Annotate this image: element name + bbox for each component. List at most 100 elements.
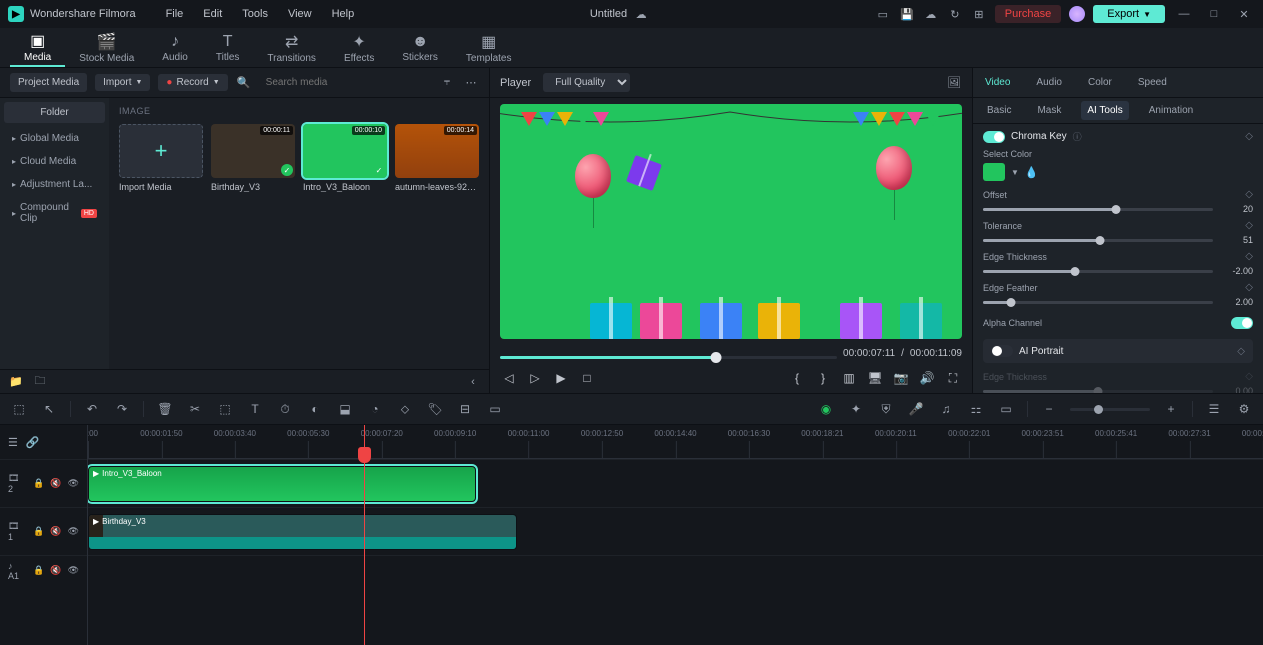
timeline-ruler[interactable]: 00:0000:00:01:5000:00:03:4000:00:05:3000… (88, 425, 1263, 459)
more-icon[interactable]: ⋯ (463, 75, 479, 91)
volume-icon[interactable]: 🔊 (918, 369, 936, 387)
adjust-icon[interactable]: ⬓ (336, 400, 354, 418)
video-preview[interactable] (500, 104, 962, 339)
quality-select[interactable]: Full Quality (543, 73, 630, 92)
tab-transitions[interactable]: ⇄Transitions (253, 28, 330, 67)
undo-icon[interactable]: ↶ (83, 400, 101, 418)
track-options-icon[interactable]: ☰ (8, 436, 18, 449)
sidebar-item[interactable]: ▸Compound ClipHD (4, 196, 105, 230)
track-header[interactable]: 🎞 2🔒🔇👁 (0, 459, 87, 507)
lock-icon[interactable]: 🔒 (33, 565, 44, 576)
text-icon[interactable]: T (246, 400, 264, 418)
ratio-icon[interactable]: ▥ (840, 369, 858, 387)
link-icon[interactable]: 🔗 (26, 436, 40, 449)
zoom-slider[interactable] (1070, 408, 1150, 411)
layout-icon[interactable]: ▭ (875, 6, 891, 22)
color-icon[interactable]: ◐ (306, 400, 324, 418)
prop-subtab-ai-tools[interactable]: AI Tools (1081, 101, 1128, 120)
keyframe-icon[interactable]: ◇ (1245, 189, 1253, 200)
magnet-icon[interactable]: ⬚ (10, 400, 28, 418)
record-dropdown[interactable]: ●Record▼ (158, 74, 227, 91)
keyframe-icon[interactable]: ◇ (1245, 282, 1253, 293)
sidebar-item[interactable]: ▸Cloud Media (4, 150, 105, 173)
minimize-button[interactable]: — (1173, 3, 1195, 25)
alpha-channel-toggle[interactable] (1231, 317, 1253, 329)
prop-tab-audio[interactable]: Audio (1032, 71, 1066, 94)
stop-button[interactable]: □ (578, 369, 596, 387)
keyframe-icon[interactable]: ◇ (1245, 251, 1253, 262)
prop-tab-color[interactable]: Color (1084, 71, 1116, 94)
tag-icon[interactable]: 🏷 (426, 400, 444, 418)
media-thumb[interactable]: 00:00:11✓Birthday_V3 (211, 124, 295, 192)
color-dropdown-icon[interactable]: ▼ (1011, 168, 1019, 177)
visibility-icon[interactable]: 👁 (68, 565, 79, 576)
tab-effects[interactable]: ✦Effects (330, 28, 388, 67)
menu-file[interactable]: File (156, 8, 194, 20)
info-icon[interactable]: ⓘ (1073, 130, 1082, 143)
new-folder-icon[interactable]: 📁 (8, 374, 24, 390)
menu-edit[interactable]: Edit (193, 8, 232, 20)
sidebar-item[interactable]: ▸Global Media (4, 127, 105, 150)
maximize-button[interactable]: □ (1203, 3, 1225, 25)
slider-edge-thickness[interactable] (983, 390, 1213, 393)
chroma-key-toggle[interactable] (983, 131, 1005, 143)
keyframe-icon[interactable]: ◇ (1245, 131, 1253, 142)
prop-subtab-basic[interactable]: Basic (981, 101, 1017, 120)
track-header[interactable]: 🎞 1🔒🔇👁 (0, 507, 87, 555)
collapse-sidebar-icon[interactable]: ‹ (465, 374, 481, 390)
redo-icon[interactable]: ↷ (113, 400, 131, 418)
menu-view[interactable]: View (278, 8, 322, 20)
project-media-tab[interactable]: Project Media (10, 73, 87, 92)
play-button[interactable]: ▷ (526, 369, 544, 387)
tab-media[interactable]: ▣Media (10, 28, 65, 67)
mute-icon[interactable]: 🔇 (50, 526, 61, 537)
settings-icon[interactable]: ⚙ (1235, 400, 1253, 418)
export-button[interactable]: Export▼ (1093, 5, 1165, 23)
tab-templates[interactable]: ▦Templates (452, 28, 526, 67)
history-icon[interactable]: ↻ (947, 6, 963, 22)
speed-icon[interactable]: ⏱ (276, 400, 294, 418)
list-view-icon[interactable]: ☰ (1205, 400, 1223, 418)
apps-icon[interactable]: ⊞ (971, 6, 987, 22)
mic-icon[interactable]: 🎤 (907, 400, 925, 418)
tab-stickers[interactable]: ☻Stickers (388, 28, 452, 67)
purchase-button[interactable]: Purchase (995, 5, 1061, 23)
split-icon[interactable]: ✂ (186, 400, 204, 418)
delete-icon[interactable]: 🗑 (156, 400, 174, 418)
mark-out-icon[interactable]: } (814, 369, 832, 387)
preview-scrubber[interactable] (500, 356, 837, 359)
tab-stock-media[interactable]: 🎬Stock Media (65, 28, 148, 67)
track-header[interactable]: ♪ A1🔒🔇👁 (0, 555, 87, 585)
timeline-clip[interactable]: ▶Birthday_V3 (88, 514, 517, 550)
menu-help[interactable]: Help (322, 8, 365, 20)
snapshot-icon[interactable]: 🖼 (946, 75, 962, 91)
prop-tab-video[interactable]: Video (981, 71, 1014, 94)
media-thumb[interactable]: 00:00:10✓Intro_V3_Baloon (303, 124, 387, 192)
track-row[interactable]: ▶Birthday_V3 (88, 507, 1263, 555)
camera-icon[interactable]: 📷 (892, 369, 910, 387)
mark-in-icon[interactable]: { (788, 369, 806, 387)
search-media-input[interactable] (260, 74, 431, 91)
chroma-color-swatch[interactable] (983, 163, 1005, 181)
save-icon[interactable]: 💾 (899, 6, 915, 22)
track-row[interactable]: ▶Intro_V3_Baloon (88, 459, 1263, 507)
close-button[interactable]: ✕ (1233, 3, 1255, 25)
music-icon[interactable]: ♫ (937, 400, 955, 418)
slider-edge-feather[interactable] (983, 301, 1213, 304)
keyframe-icon[interactable]: ◇ (1245, 220, 1253, 231)
next-frame-button[interactable]: ▶ (552, 369, 570, 387)
user-avatar[interactable] (1069, 6, 1085, 22)
timeline-clip[interactable]: ▶Intro_V3_Baloon (88, 466, 476, 502)
keyframe-icon[interactable]: ◇ (1245, 371, 1253, 382)
import-dropdown[interactable]: Import▼ (95, 74, 150, 91)
playhead[interactable] (364, 425, 365, 645)
mixer-icon[interactable]: ⚏ (967, 400, 985, 418)
ai-portrait-toggle[interactable] (991, 345, 1013, 357)
prop-subtab-mask[interactable]: Mask (1031, 101, 1067, 120)
folder-header[interactable]: Folder (4, 102, 105, 123)
cloud-sync-icon[interactable]: ☁ (633, 6, 649, 22)
shield-icon[interactable]: ⛨ (877, 400, 895, 418)
menu-tools[interactable]: Tools (232, 8, 278, 20)
slider-offset[interactable] (983, 208, 1213, 211)
group-icon[interactable]: ⊟ (456, 400, 474, 418)
